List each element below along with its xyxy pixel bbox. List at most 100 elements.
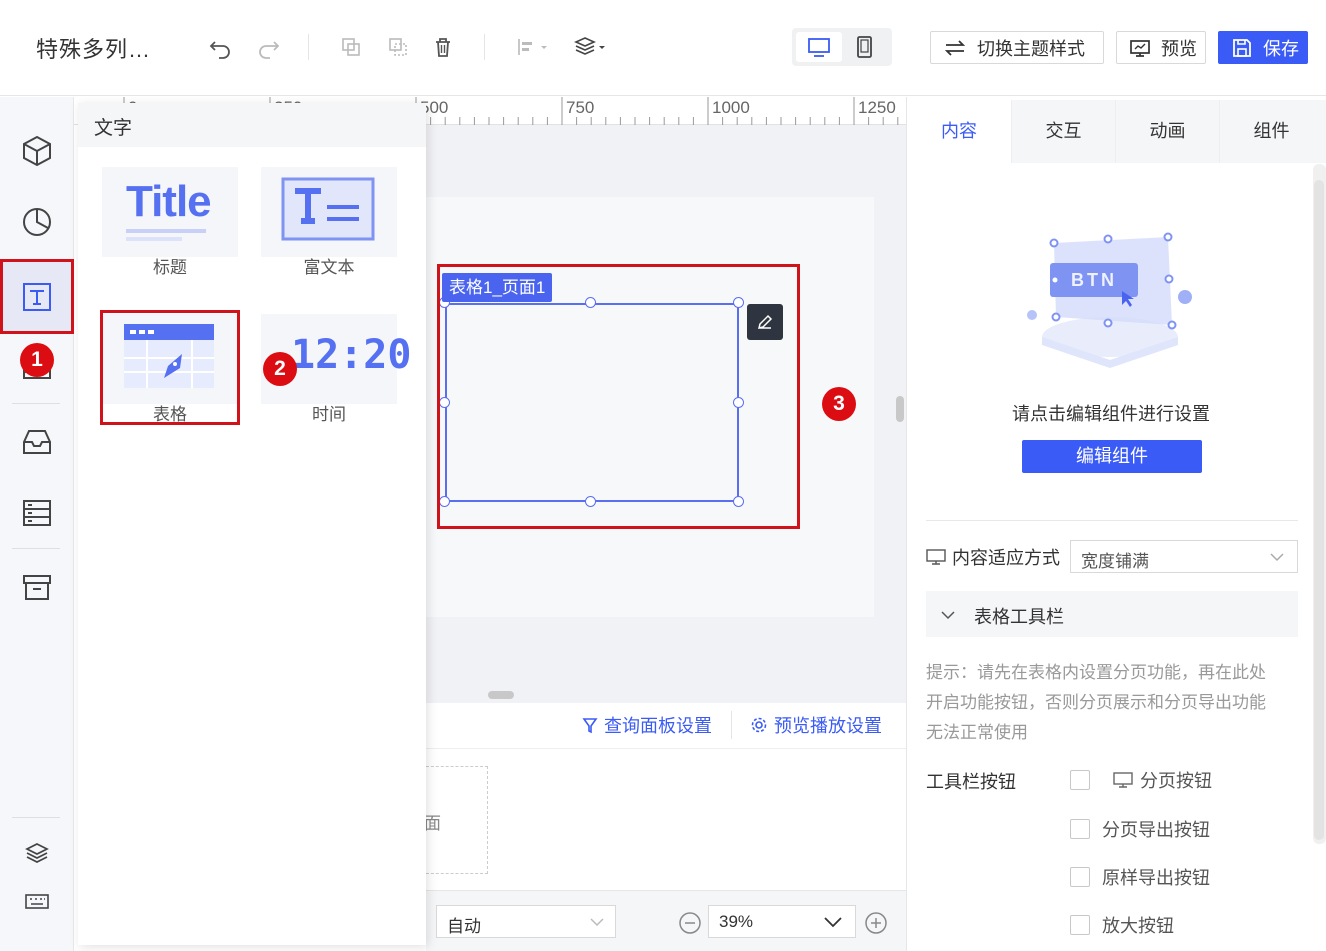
chevron-down-icon bbox=[590, 918, 604, 927]
chevron-down-icon bbox=[1270, 553, 1284, 562]
phone-icon bbox=[857, 36, 872, 58]
component-label: 富文本 bbox=[303, 258, 355, 277]
tab-component[interactable]: 组件 bbox=[1219, 100, 1323, 163]
page-thumbnail[interactable]: 面 bbox=[424, 766, 488, 874]
rail-item-shortcuts[interactable] bbox=[0, 877, 74, 927]
table-toolbar-section[interactable]: 表格工具栏 bbox=[926, 591, 1298, 637]
option-pagination-button[interactable]: 分页按钮 bbox=[1070, 768, 1212, 792]
checkbox[interactable] bbox=[1070, 819, 1090, 839]
component-label: 标题 bbox=[153, 258, 187, 277]
pagination-tip: 提示：请先在表格内设置分页功能，再在此处 开启功能按钮，否则分页展示和分页导出功… bbox=[926, 658, 1298, 748]
page-thumbnail-label: 面 bbox=[424, 814, 441, 833]
zoom-out-icon[interactable] bbox=[678, 911, 702, 935]
rich-text-thumb-icon bbox=[281, 177, 375, 241]
flyout-title: 文字 bbox=[78, 103, 426, 147]
tab-animation[interactable]: 动画 bbox=[1115, 100, 1219, 163]
option-label: 分页导出按钮 bbox=[1102, 820, 1210, 840]
component-category-rail bbox=[0, 97, 74, 951]
option-zoom-button[interactable]: 放大按钮 bbox=[1070, 913, 1174, 937]
zoom-value: 39% bbox=[719, 912, 754, 931]
checkbox[interactable] bbox=[1070, 915, 1090, 935]
redo-icon[interactable] bbox=[256, 34, 282, 60]
title-thumb-text: Title bbox=[126, 177, 212, 226]
save-icon bbox=[1233, 38, 1251, 57]
switch-theme-button[interactable]: 切换主题样式 bbox=[930, 31, 1104, 64]
canvas-scrollbar-h[interactable] bbox=[488, 691, 514, 699]
document-title[interactable]: 特殊多列… bbox=[36, 32, 151, 64]
top-toolbar: 特殊多列… 切换主题样式 预览 保存 bbox=[0, 0, 1326, 96]
option-pagination-export-button[interactable]: 分页导出按钮 bbox=[1070, 817, 1210, 841]
form-icon bbox=[23, 500, 51, 526]
title-thumb-line bbox=[126, 229, 206, 233]
properties-scrollbar[interactable] bbox=[1314, 180, 1324, 840]
component-title[interactable]: Title bbox=[102, 167, 238, 257]
properties-tabs: 内容 交互 动画 组件 bbox=[907, 100, 1326, 163]
toolbar-divider bbox=[308, 34, 309, 60]
monitor-icon bbox=[1113, 772, 1133, 788]
layers-icon bbox=[25, 843, 49, 863]
component-label: 时间 bbox=[312, 405, 346, 424]
highlight-box bbox=[0, 259, 74, 334]
auto-select-value: 自动 bbox=[447, 917, 481, 936]
save-label: 保存 bbox=[1263, 38, 1299, 59]
option-label: 放大按钮 bbox=[1102, 916, 1174, 936]
monitor-icon bbox=[808, 38, 830, 57]
tab-interaction[interactable]: 交互 bbox=[1011, 100, 1115, 163]
step-badge-3: 3 bbox=[822, 387, 856, 421]
rail-divider bbox=[12, 548, 60, 549]
desktop-view-button[interactable] bbox=[796, 32, 842, 62]
copy-icon[interactable] bbox=[338, 34, 364, 60]
device-toggle bbox=[792, 28, 892, 66]
rail-item-3d[interactable] bbox=[0, 114, 74, 188]
preview-button[interactable]: 预览 bbox=[1116, 31, 1206, 64]
ruler-tick-label: 1250 bbox=[858, 98, 896, 117]
toolbar-divider bbox=[484, 34, 485, 60]
ruler-tick-label: 1000 bbox=[712, 98, 750, 117]
bottom-settings-bar: 查询面板设置 预览播放设置 bbox=[426, 703, 906, 749]
checkbox[interactable] bbox=[1070, 867, 1090, 887]
filter-icon bbox=[582, 718, 598, 734]
option-original-export-button[interactable]: 原样导出按钮 bbox=[1070, 865, 1210, 889]
query-panel-label: 查询面板设置 bbox=[604, 716, 712, 736]
query-panel-settings-link[interactable]: 查询面板设置 bbox=[582, 712, 712, 738]
content-fit-value: 宽度铺满 bbox=[1081, 552, 1149, 571]
auto-select[interactable]: 自动 bbox=[436, 905, 616, 938]
pie-chart-icon bbox=[23, 208, 51, 236]
text-components-flyout: 文字 Title 标题 富文本 表格 12:20 时间 bbox=[78, 103, 426, 945]
chevron-down-icon bbox=[824, 917, 842, 928]
zoom-select[interactable]: 39% bbox=[708, 905, 856, 938]
highlight-box bbox=[100, 310, 240, 425]
rail-divider bbox=[12, 817, 60, 818]
rail-item-chart[interactable] bbox=[0, 185, 74, 259]
preview-play-settings-link[interactable]: 预览播放设置 bbox=[750, 712, 882, 738]
component-rich-text[interactable] bbox=[261, 167, 397, 257]
content-fit-select[interactable]: 宽度铺满 bbox=[1070, 540, 1298, 573]
mobile-view-button[interactable] bbox=[842, 32, 888, 62]
title-thumb-line bbox=[126, 237, 182, 241]
save-button[interactable]: 保存 bbox=[1218, 31, 1308, 64]
table-toolbar-title: 表格工具栏 bbox=[974, 607, 1064, 627]
highlight-box bbox=[437, 264, 800, 529]
tip-line: 提示：请先在表格内设置分页功能，再在此处 bbox=[926, 663, 1266, 682]
undo-icon[interactable] bbox=[207, 34, 233, 60]
tab-content[interactable]: 内容 bbox=[907, 100, 1011, 163]
layer-order-icon[interactable] bbox=[573, 34, 609, 60]
status-bar: 自动 39% bbox=[426, 890, 906, 951]
paste-icon[interactable] bbox=[385, 34, 411, 60]
swap-icon bbox=[944, 39, 966, 56]
edit-component-primary-button[interactable]: 编辑组件 bbox=[1022, 440, 1202, 473]
archive-icon bbox=[23, 575, 51, 600]
option-label: 分页按钮 bbox=[1140, 771, 1212, 791]
zoom-in-icon[interactable] bbox=[864, 911, 888, 935]
checkbox[interactable] bbox=[1070, 770, 1090, 790]
rail-item-container[interactable] bbox=[0, 405, 74, 479]
align-icon[interactable] bbox=[515, 34, 551, 60]
rail-item-layers[interactable] bbox=[0, 827, 74, 881]
panel-divider bbox=[926, 520, 1298, 521]
step-badge-2: 2 bbox=[263, 352, 297, 386]
canvas-scrollbar[interactable] bbox=[896, 396, 904, 422]
delete-icon[interactable] bbox=[430, 34, 456, 60]
rail-item-archive[interactable] bbox=[0, 550, 74, 624]
rail-item-form[interactable] bbox=[0, 476, 74, 550]
switch-theme-label: 切换主题样式 bbox=[977, 38, 1085, 59]
